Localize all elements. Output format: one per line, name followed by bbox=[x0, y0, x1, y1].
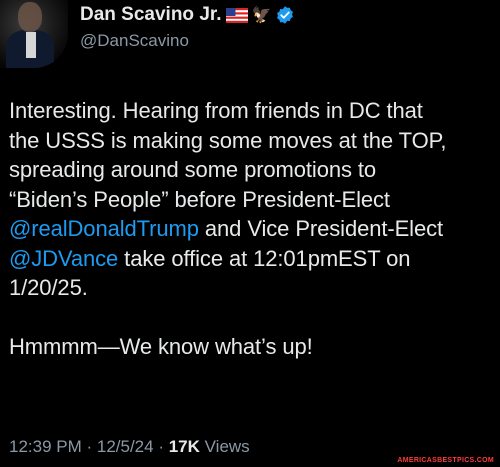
mention-realdonaldtrump[interactable]: @realDonaldTrump bbox=[9, 216, 199, 241]
tweet-text: Interesting. Hearing from friends in DC … bbox=[9, 96, 497, 362]
tweet-time[interactable]: 12:39 PM bbox=[9, 437, 82, 456]
us-flag-icon bbox=[225, 7, 248, 23]
tweet-line: spreading around some promotions to bbox=[9, 157, 377, 182]
views-label: Views bbox=[199, 437, 250, 456]
tweet-line: 1/20/25. bbox=[9, 275, 88, 300]
author-handle[interactable]: @DanScavino bbox=[80, 31, 189, 51]
avatar-shirt bbox=[26, 32, 36, 58]
avatar[interactable] bbox=[0, 0, 68, 68]
meta-separator: · bbox=[153, 437, 169, 456]
tweet-line: @JDVance take office at 12:01pmEST on bbox=[9, 244, 497, 274]
watermark: AMERICASBESTPICS.COM bbox=[397, 457, 494, 464]
tweet-text-fragment: and Vice President-Elect bbox=[198, 216, 444, 241]
meta-separator: · bbox=[81, 437, 97, 456]
tweet-line: @realDonaldTrump and Vice President-Elec… bbox=[9, 214, 497, 244]
mention-jdvance[interactable]: @JDVance bbox=[9, 246, 118, 271]
tweet-line: the USSS is making some moves at the TOP… bbox=[9, 127, 447, 153]
tweet-line: Interesting. Hearing from friends in DC … bbox=[9, 98, 423, 123]
views-count[interactable]: 17K bbox=[169, 437, 200, 456]
eagle-icon: 🦅 bbox=[251, 7, 272, 24]
author-name[interactable]: Dan Scavino Jr. bbox=[80, 4, 222, 26]
tweet-line: Hmmmm—We know what’s up! bbox=[9, 334, 313, 359]
tweet-text-fragment: take office at 12:01pmEST on bbox=[118, 245, 411, 271]
tweet-meta: 12:39 PM · 12/5/24 · 17K Views bbox=[9, 437, 250, 457]
avatar-face bbox=[18, 2, 42, 32]
author-name-row: Dan Scavino Jr. 🦅 bbox=[80, 4, 295, 26]
verified-badge-icon[interactable] bbox=[275, 5, 295, 25]
tweet-line: “Biden’s People” before President-Elect bbox=[9, 186, 390, 212]
tweet-date[interactable]: 12/5/24 bbox=[97, 437, 154, 456]
